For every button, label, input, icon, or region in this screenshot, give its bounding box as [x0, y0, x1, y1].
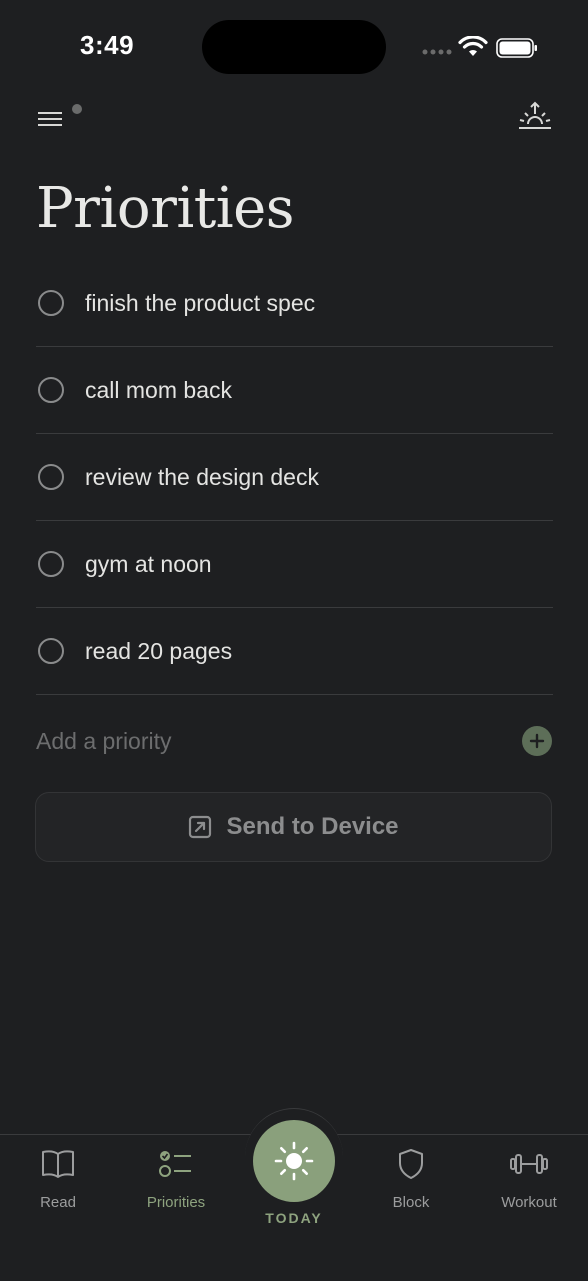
- priority-text: review the design deck: [85, 463, 319, 490]
- dynamic-island: [202, 20, 386, 74]
- priority-item[interactable]: gym at noon: [36, 521, 553, 608]
- checklist-icon: [159, 1151, 191, 1177]
- checkbox-circle-icon[interactable]: [38, 551, 64, 577]
- add-priority-row[interactable]: Add a priority: [36, 720, 552, 762]
- status-time: 3:49: [80, 30, 135, 60]
- add-priority-button[interactable]: [522, 726, 552, 756]
- tab-priorities-label: Priorities: [146, 1194, 206, 1211]
- tab-workout[interactable]: Workout: [479, 1148, 579, 1211]
- priority-text: call mom back: [85, 376, 232, 403]
- status-bar: 3:49: [0, 0, 588, 96]
- shield-icon: [399, 1149, 423, 1179]
- tab-block[interactable]: Block: [361, 1148, 461, 1211]
- notification-dot: [72, 104, 82, 114]
- checkbox-circle-icon[interactable]: [38, 377, 64, 403]
- hamburger-menu-icon[interactable]: [36, 108, 66, 130]
- wifi-icon: [458, 36, 488, 56]
- tab-today-label: TODAY: [265, 1210, 323, 1226]
- priority-text: gym at noon: [85, 550, 212, 577]
- checkbox-circle-icon[interactable]: [38, 638, 64, 664]
- checkbox-circle-icon[interactable]: [38, 290, 64, 316]
- battery-icon: [496, 38, 537, 58]
- priority-list: finish the product spec call mom back re…: [36, 260, 553, 695]
- priority-item[interactable]: review the design deck: [36, 434, 553, 521]
- today-button[interactable]: [253, 1120, 335, 1202]
- sun-icon: [274, 1141, 314, 1181]
- priority-item[interactable]: finish the product spec: [36, 260, 553, 347]
- book-icon: [42, 1150, 74, 1178]
- priority-text: finish the product spec: [85, 289, 316, 316]
- send-to-device-button[interactable]: Send to Device: [35, 792, 552, 862]
- cellular-signal-icon: [422, 49, 452, 55]
- page-title: Priorities: [36, 176, 295, 241]
- external-link-icon: [189, 815, 212, 839]
- tab-workout-label: Workout: [501, 1194, 557, 1211]
- add-priority-input[interactable]: Add a priority: [36, 728, 172, 755]
- tab-read-label: Read: [40, 1194, 76, 1211]
- checkbox-circle-icon[interactable]: [38, 464, 64, 490]
- priority-text: read 20 pages: [85, 637, 233, 664]
- plus-icon: [529, 733, 545, 749]
- dumbbell-icon: [510, 1154, 548, 1174]
- tab-block-label: Block: [392, 1194, 430, 1211]
- priority-item[interactable]: read 20 pages: [36, 608, 553, 695]
- priority-item[interactable]: call mom back: [36, 347, 553, 434]
- sunrise-icon[interactable]: [516, 100, 554, 134]
- tab-read[interactable]: Read: [8, 1148, 108, 1211]
- send-to-device-label: Send to Device: [226, 813, 399, 840]
- tab-priorities[interactable]: Priorities: [126, 1148, 226, 1211]
